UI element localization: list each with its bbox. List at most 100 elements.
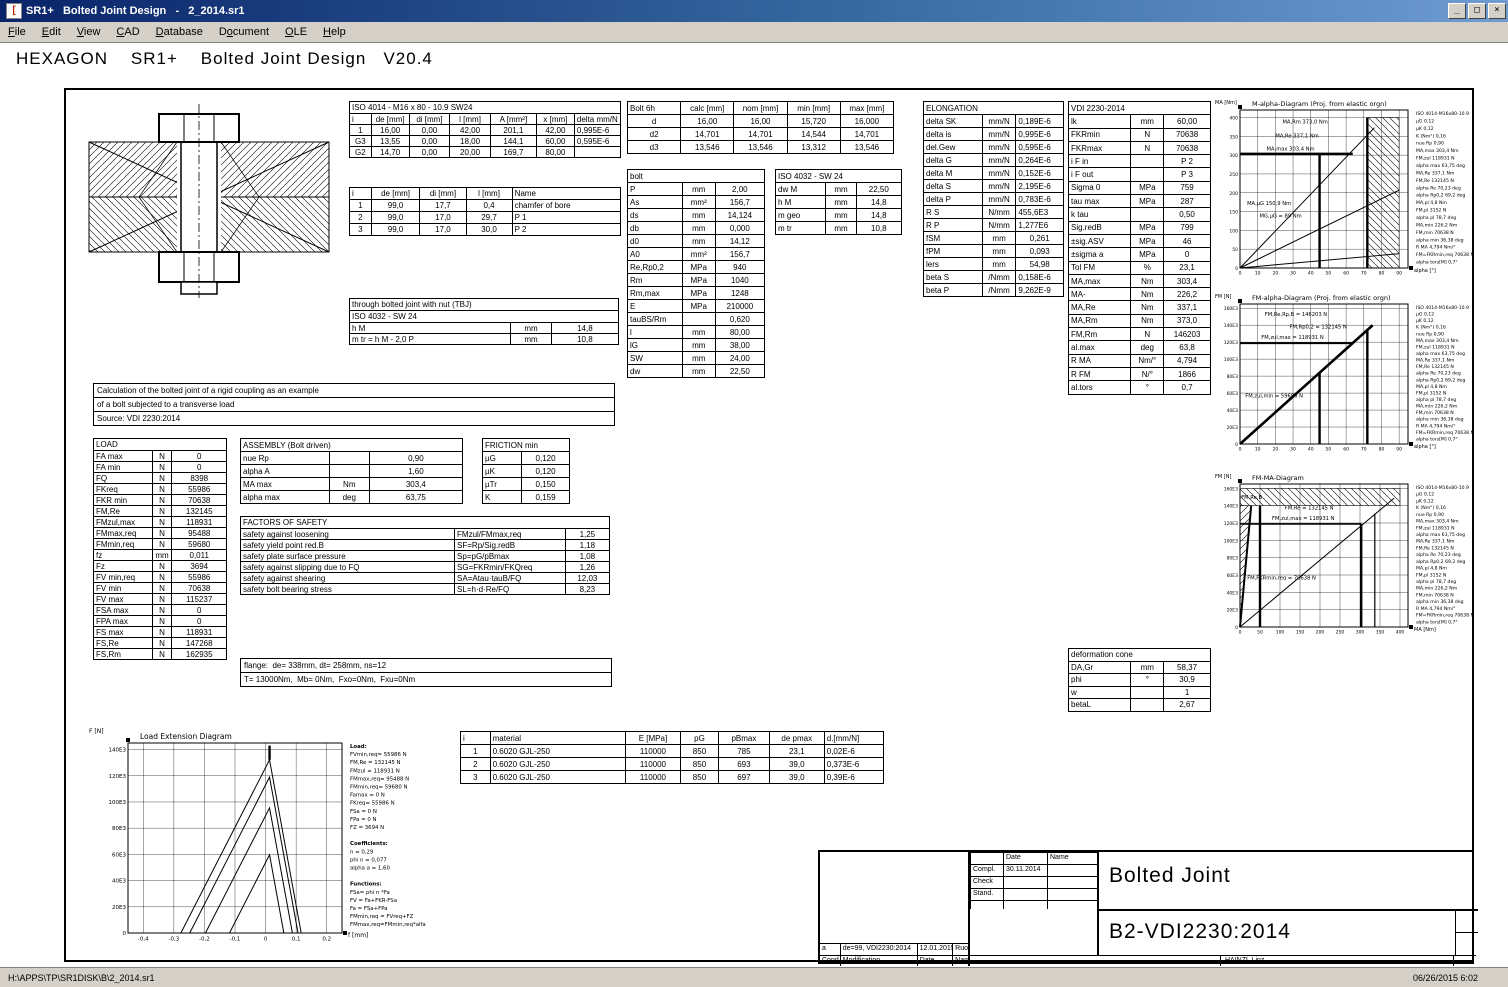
table-row: delta Pmm/N0,783E-6 xyxy=(924,193,1064,206)
table-cell: mm xyxy=(826,222,856,235)
table-cell: d3 xyxy=(628,141,681,154)
table-cell: Sig.redB xyxy=(1069,221,1131,234)
menu-item-ole[interactable]: OLE xyxy=(277,24,315,40)
svg-text:30: 30 xyxy=(1290,447,1296,453)
table-cell: 693 xyxy=(719,758,770,771)
menu-item-database[interactable]: Database xyxy=(148,24,211,40)
svg-text:ISO 4014-M16x80-10.9: ISO 4014-M16x80-10.9 xyxy=(1416,305,1469,311)
close-button[interactable]: × xyxy=(1488,3,1506,19)
minimize-button[interactable]: _ xyxy=(1448,3,1466,19)
svg-text:90: 90 xyxy=(1396,447,1402,453)
table-cell: 0,00 xyxy=(409,125,450,136)
table-cell: al.tors xyxy=(1069,381,1131,394)
svg-text:K (Nm°) 0,16: K (Nm°) 0,16 xyxy=(1416,505,1446,511)
svg-text:µK 0,12: µK 0,12 xyxy=(1416,498,1434,504)
table-cell: pG xyxy=(680,732,718,745)
table-cell: 132145 xyxy=(172,506,227,517)
svg-text:100E3: 100E3 xyxy=(1224,538,1238,544)
table-cell: 118931 xyxy=(172,627,227,638)
menu-item-file[interactable]: File xyxy=(0,24,34,40)
table-cell: 0.6020 GJL-250 xyxy=(490,758,625,771)
svg-text:nue Rp 0,90: nue Rp 0,90 xyxy=(1416,141,1444,147)
table-cell: MPa xyxy=(682,274,715,287)
table-cell: ±sig.ASV xyxy=(1069,234,1131,247)
table-cell: 146203 xyxy=(1164,328,1211,341)
table-cell: 20,00 xyxy=(450,147,491,158)
svg-text:FKreq= 55986 N: FKreq= 55986 N xyxy=(350,801,395,807)
table-cell: 697 xyxy=(719,771,770,784)
table-cell: dw xyxy=(628,365,683,378)
table-cell: safety against slipping due to FQ xyxy=(241,562,455,573)
table-cell: 70638 xyxy=(1164,141,1211,154)
svg-text:FM [N]: FM [N] xyxy=(1215,294,1231,300)
table-cell: 303,4 xyxy=(369,478,462,491)
table-row: m geomm14,8 xyxy=(776,209,902,222)
menu-item-cad[interactable]: CAD xyxy=(108,24,147,40)
svg-text:0: 0 xyxy=(1235,442,1238,448)
svg-text:FM,min 70638 N: FM,min 70638 N xyxy=(1416,230,1454,236)
svg-text:alpha pl 78,7 deg: alpha pl 78,7 deg xyxy=(1416,215,1456,221)
svg-text:10: 10 xyxy=(1255,271,1261,277)
table-cell: 14,8 xyxy=(856,209,901,222)
table-row: FzN3694 xyxy=(94,561,227,572)
table-cell: SF=Rp/Sig.redB xyxy=(455,540,566,551)
table-title: LOAD xyxy=(94,439,227,451)
menu-item-view[interactable]: View xyxy=(69,24,109,40)
table-cell: 0,620 xyxy=(715,313,764,326)
table-cell: 70638 xyxy=(172,495,227,506)
table-cell: mm/N xyxy=(982,180,1016,193)
svg-text:FM [N]: FM [N] xyxy=(1215,474,1231,480)
table-row: 20.6020 GJL-25011000085069339,00,373E-6 xyxy=(461,758,884,771)
table-row: R SN/mm455,6E3 xyxy=(924,206,1064,219)
table-cell: 0 xyxy=(1164,248,1211,261)
table-row: MA,ReNm337,1 xyxy=(1069,301,1211,314)
table-cell: mm xyxy=(1131,661,1164,674)
svg-text:Functions:: Functions: xyxy=(350,882,382,888)
table-title-row: through bolted joint with nut (TBJ) xyxy=(350,299,619,311)
table-cell: P 1 xyxy=(512,212,620,224)
table-cell xyxy=(329,465,369,478)
approval-date-header: Date xyxy=(1003,852,1047,864)
table-row: safety bolt bearing stressSL=h·d·Re/FQ8,… xyxy=(241,584,610,595)
table-cell: 13,546 xyxy=(734,141,787,154)
table-row: FSA maxN0 xyxy=(94,605,227,616)
svg-text:250: 250 xyxy=(1336,630,1345,636)
note-line: T= 13000Nm, Mb= 0Nm, Fxo=0Nm, Fxu=0Nm xyxy=(241,673,611,686)
table-row: FPA maxN0 xyxy=(94,616,227,627)
table-row: m trmm10,8 xyxy=(776,222,902,235)
table-cell: N xyxy=(152,484,172,495)
table-row: safety yield point red.BSF=Rp/Sig.redB1,… xyxy=(241,540,610,551)
svg-text:300: 300 xyxy=(1356,630,1365,636)
svg-text:nue Rp 0,90: nue Rp 0,90 xyxy=(1416,512,1444,518)
table-cell: 95488 xyxy=(172,528,227,539)
table-cell: 1 xyxy=(350,125,372,136)
table-row: d16,0016,0015,72016,000 xyxy=(628,115,894,128)
table-row: µK0,120 xyxy=(483,465,570,478)
table-cell: 30,9 xyxy=(1164,674,1211,687)
svg-text:30: 30 xyxy=(1290,271,1296,277)
svg-text:120E3: 120E3 xyxy=(1224,340,1238,346)
table-row: d0mm14,12 xyxy=(628,235,765,248)
table-cell: i xyxy=(350,114,372,125)
table-cell: 14,8 xyxy=(551,323,618,334)
titlebar[interactable]: [ SR1+ Bolted Joint Design - 2_2014.sr1 … xyxy=(0,0,1508,22)
svg-text:Famax = 0 N: Famax = 0 N xyxy=(350,793,385,799)
menu-item-edit[interactable]: Edit xyxy=(34,24,69,40)
svg-text:80E3: 80E3 xyxy=(1227,556,1239,562)
table-cell: i xyxy=(350,188,372,200)
approval-name xyxy=(1047,876,1097,888)
table-cell: 1248 xyxy=(715,287,764,300)
table-cell: DA,Gr xyxy=(1069,661,1131,674)
table-deformation-cone: deformation coneDA,Grmm58,37phi°30,9w1be… xyxy=(1068,648,1211,712)
svg-text:Fa = FSa+FPa: Fa = FSa+FPa xyxy=(350,906,388,912)
table-row: FA minN0 xyxy=(94,462,227,473)
table-cell: betaL xyxy=(1069,699,1131,712)
table-title-row: ISO 4032 - SW 24 xyxy=(350,311,619,323)
table-cell: i xyxy=(461,732,491,745)
menu-item-help[interactable]: Help xyxy=(315,24,354,40)
svg-text:-0,1: -0,1 xyxy=(230,937,241,943)
menu-item-document[interactable]: Document xyxy=(211,24,277,40)
table-cell: delta M xyxy=(924,167,983,180)
maximize-button[interactable]: □ xyxy=(1468,3,1486,19)
footer-date: Date xyxy=(917,955,953,966)
